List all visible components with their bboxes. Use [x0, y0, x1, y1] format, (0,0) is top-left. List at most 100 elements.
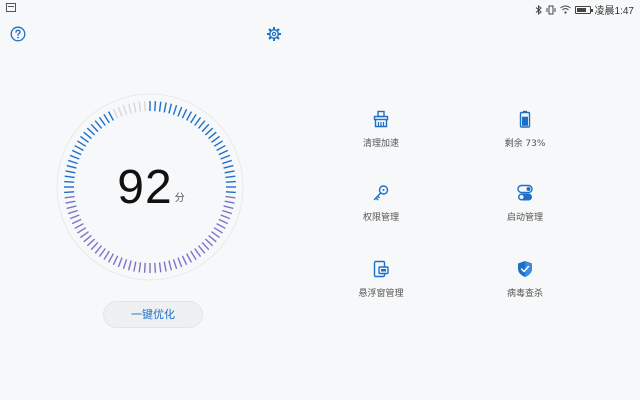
gauge-tick-active — [127, 260, 132, 271]
optimize-button[interactable]: 一键优化 — [103, 301, 203, 328]
gauge-tick-active — [220, 214, 231, 220]
tool-virus-scan[interactable]: 病毒查杀 — [480, 260, 570, 299]
gauge-tick-active — [181, 255, 188, 266]
gauge-tick-inactive — [133, 102, 137, 113]
gauge-tick-active — [163, 102, 167, 113]
gauge-tick-inactive — [127, 103, 132, 114]
gauge-tick-inactive — [143, 101, 146, 112]
gauge-tick-inactive — [138, 101, 142, 112]
gauge-tick-active — [80, 231, 89, 239]
key-icon — [373, 185, 389, 201]
toggle-icon — [517, 184, 533, 201]
gauge-tick-inactive — [117, 106, 123, 117]
gauge-tick-active — [74, 144, 84, 152]
gauge-tick-inactive — [112, 108, 119, 119]
gauge-tick-active — [163, 261, 167, 272]
gauge-tick-active — [158, 101, 162, 112]
gauge-tick-active — [86, 127, 96, 136]
gauge-tick-active — [83, 131, 92, 140]
gauge-tick-active — [98, 248, 106, 257]
tool-startup-management[interactable]: 启动管理 — [480, 184, 570, 223]
tool-label: 权限管理 — [362, 213, 399, 223]
gauge-tick-active — [71, 149, 82, 156]
tool-label: 启动管理 — [506, 213, 543, 223]
status-bar: 凌晨1:47 — [0, 0, 640, 17]
gauge-tick-active — [94, 120, 103, 129]
gauge-tick-active — [190, 114, 197, 124]
vibrate-icon — [546, 5, 556, 14]
gauge-tick-active — [208, 234, 217, 243]
gauge-tick-active — [77, 227, 87, 234]
gear-icon[interactable] — [266, 26, 282, 42]
gauge-tick-active — [86, 238, 96, 247]
gauge-tick-active — [133, 261, 137, 272]
gauge-tick-active — [177, 257, 183, 268]
gauge-tick-active — [218, 218, 229, 225]
gauge-tick-active — [197, 245, 206, 254]
gauge-tick-active — [90, 123, 99, 133]
gauge-tick-active — [69, 214, 80, 220]
gauge-tick-active — [168, 260, 173, 271]
gauge-tick-active — [194, 248, 202, 257]
score-unit: 分 — [174, 193, 185, 204]
gauge-tick-active — [117, 257, 123, 268]
gauge-tick-active — [168, 103, 173, 114]
gauge-tick-active — [177, 106, 183, 117]
tool-cleanup-boost[interactable]: 清理加速 — [336, 110, 426, 149]
tool-permission-management[interactable]: 权限管理 — [336, 184, 426, 223]
gauge-tick-active — [204, 127, 214, 136]
gauge-tick-active — [220, 154, 231, 160]
floating-window-icon — [373, 260, 389, 278]
gauge-tick-active — [83, 234, 92, 243]
gauge-tick-active — [107, 253, 115, 263]
gauge-tick-active — [107, 111, 115, 121]
tool-label: 剩余 73% — [504, 139, 546, 149]
gauge-tick-active — [185, 253, 193, 263]
gauge-tick-active — [112, 255, 119, 266]
score-value: 92 — [117, 161, 173, 214]
gauge-tick-active — [208, 131, 217, 140]
gauge-tick-active — [172, 259, 178, 270]
tool-floating-window-management[interactable]: 悬浮窗管理 — [336, 260, 426, 299]
gauge-tick-active — [90, 241, 99, 251]
gauge-tick-active — [71, 218, 82, 225]
tool-label: 清理加速 — [362, 139, 399, 149]
gauge-tick-active — [158, 262, 162, 273]
status-right: 凌晨1:47 — [535, 2, 634, 17]
gauge-tick-active — [69, 154, 80, 160]
gauge-tick-active — [216, 144, 226, 152]
gauge-tick-active — [98, 117, 106, 126]
broom-icon — [373, 110, 389, 128]
gauge-tick-active — [204, 238, 214, 247]
gauge-tick-active — [197, 120, 206, 129]
gauge-tick-active — [138, 262, 142, 273]
gauge-tick-active — [122, 259, 128, 270]
help-circle-icon[interactable] — [10, 26, 26, 42]
bluetooth-icon — [535, 4, 542, 15]
tool-battery[interactable]: 剩余 73% — [480, 110, 570, 149]
gauge-tick-active — [103, 114, 110, 124]
gauge-tick-active — [211, 135, 220, 143]
screenshot-notification-icon — [6, 3, 16, 12]
gauge-tick-active — [194, 117, 202, 126]
gauge-tick-active — [77, 140, 87, 147]
gauge-tick-active — [190, 250, 197, 260]
shield-icon — [518, 261, 532, 277]
gauge-tick-active — [103, 250, 110, 260]
gauge-tick-active — [181, 108, 188, 119]
battery-status-icon — [574, 5, 593, 14]
gauge-tick-active — [213, 227, 223, 234]
gauge-tick-active — [80, 135, 89, 143]
gauge-tick-active — [216, 222, 226, 230]
gauge-tick-active — [154, 262, 157, 273]
gauge-tick-active — [211, 231, 220, 239]
gauge-tick-active — [154, 101, 157, 112]
gauge-tick-active — [201, 123, 210, 133]
battery-icon — [519, 110, 531, 128]
gauge-tick-active — [218, 149, 229, 156]
score-display: 92 分 — [55, 160, 245, 215]
tool-label: 悬浮窗管理 — [358, 289, 404, 299]
gauge-tick-active — [94, 245, 103, 254]
gauge-tick-active — [201, 241, 210, 251]
gauge-tick-active — [172, 104, 178, 115]
